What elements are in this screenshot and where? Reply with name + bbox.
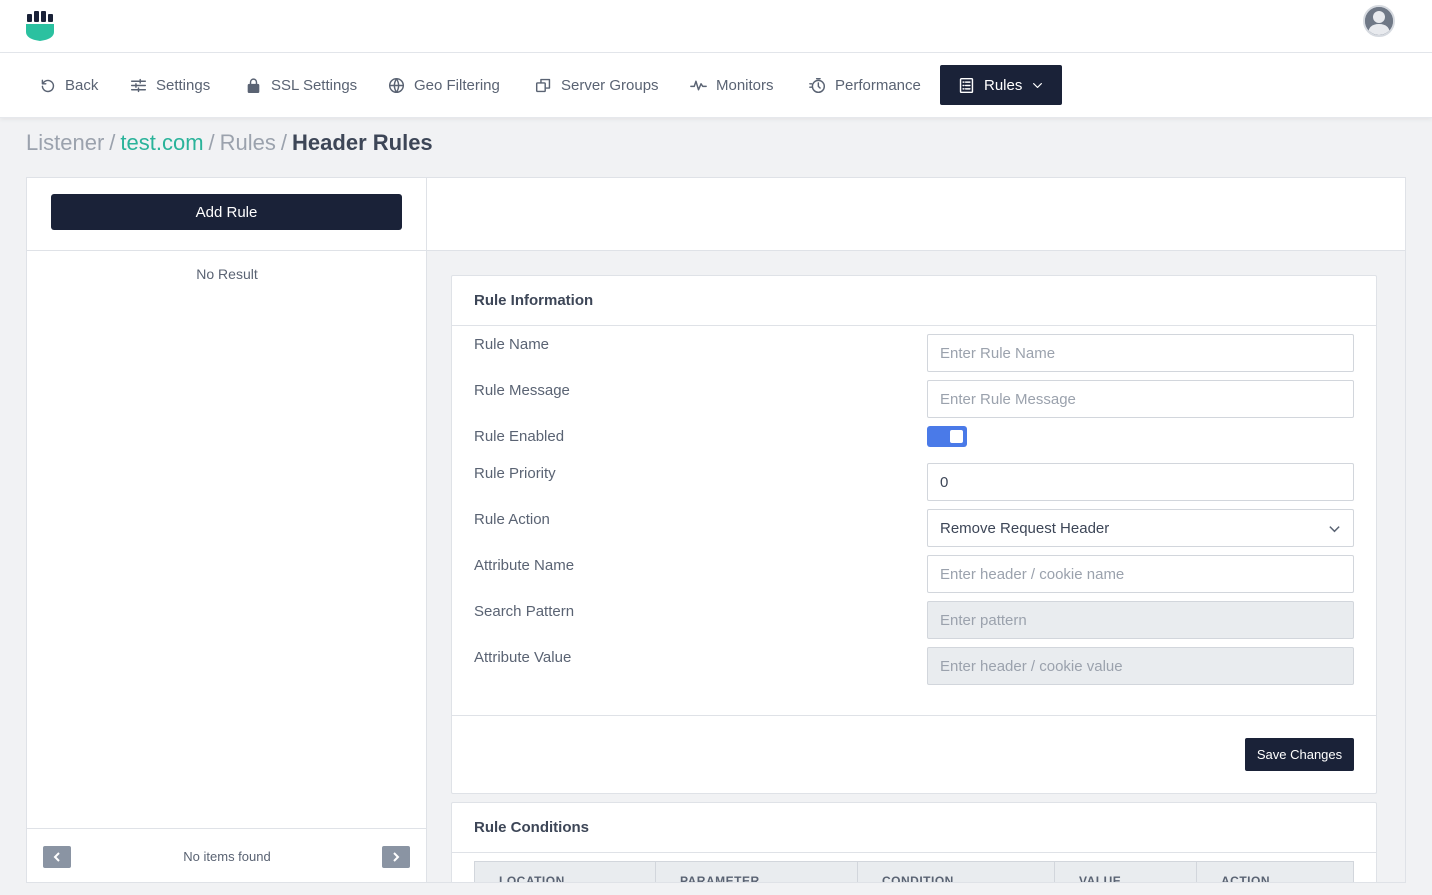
chevron-down-icon [1329, 525, 1340, 532]
attribute-value-input [927, 647, 1354, 685]
save-changes-button[interactable]: Save Changes [1245, 738, 1354, 771]
rule-conditions-panel: Rule Conditions LOCATION PARAMETER CONDI… [451, 802, 1377, 882]
pagination-status: No items found [183, 849, 271, 864]
attribute-value-label: Attribute Value [474, 649, 572, 666]
nav-geo-filtering[interactable]: Geo Filtering [378, 65, 510, 105]
nav-performance-label: Performance [835, 76, 921, 94]
attribute-name-input[interactable] [927, 555, 1354, 593]
rule-information-panel: Rule Information Rule Name Rule Message … [451, 275, 1377, 794]
nav-monitors-label: Monitors [716, 76, 774, 94]
search-pattern-label: Search Pattern [474, 603, 575, 620]
breadcrumb: Listener / test.com / Rules / Header Rules [26, 130, 433, 156]
rule-message-input[interactable] [927, 380, 1354, 418]
nav-geo-filtering-label: Geo Filtering [414, 76, 500, 94]
column-action[interactable]: ACTION [1197, 862, 1353, 882]
nav-server-groups-label: Server Groups [561, 76, 659, 94]
nav-back-label: Back [65, 76, 99, 94]
pulse-icon [690, 80, 707, 90]
lock-icon [247, 77, 260, 93]
globe-icon [388, 77, 405, 93]
rule-conditions-title: Rule Conditions [474, 819, 589, 836]
empty-state-text: No Result [196, 266, 258, 282]
app-logo-icon[interactable] [25, 10, 55, 42]
nav-settings-label: Settings [156, 76, 211, 94]
page-title: Header Rules [292, 130, 433, 155]
nav-rules[interactable]: Rules [940, 65, 1063, 105]
nav-server-groups[interactable]: Server Groups [525, 65, 669, 105]
rule-action-select[interactable]: Remove Request Header [927, 509, 1354, 547]
rule-detail-header [427, 178, 1405, 251]
column-condition[interactable]: CONDITION [858, 862, 1055, 882]
rule-name-label: Rule Name [474, 336, 550, 353]
user-avatar[interactable] [1363, 5, 1395, 37]
add-rule-button[interactable]: Add Rule [51, 194, 402, 230]
rule-priority-input[interactable] [927, 463, 1354, 501]
rule-detail-body: Rule Information Rule Name Rule Message … [427, 251, 1405, 882]
sliders-icon [130, 78, 147, 92]
next-page-button[interactable] [382, 846, 410, 868]
breadcrumb-test-com[interactable]: test.com [120, 130, 203, 155]
nav-rules-label: Rules [984, 76, 1023, 94]
undo-icon [41, 79, 55, 92]
chevron-right-icon [393, 852, 400, 862]
chevron-down-icon [1033, 82, 1043, 88]
top-bar [0, 0, 1432, 53]
divider [452, 715, 1376, 716]
rule-enabled-label: Rule Enabled [474, 428, 565, 445]
nav-performance[interactable]: Performance [799, 65, 931, 105]
column-location[interactable]: LOCATION [475, 862, 656, 882]
nav-back[interactable]: Back [29, 65, 108, 105]
rule-enabled-toggle[interactable] [927, 426, 967, 447]
divider [452, 852, 1376, 853]
nav-ssl-settings[interactable]: SSL Settings [235, 65, 367, 105]
rule-action-value: Remove Request Header [940, 519, 1110, 537]
copy-icon [535, 78, 551, 92]
breadcrumb-separator: / [208, 130, 215, 155]
conditions-table-header: LOCATION PARAMETER CONDITION VALUE ACTIO… [474, 861, 1354, 882]
nav-monitors[interactable]: Monitors [680, 65, 784, 105]
breadcrumb-listener[interactable]: Listener [26, 130, 104, 155]
attribute-name-label: Attribute Name [474, 557, 575, 574]
breadcrumb-rules[interactable]: Rules [220, 130, 276, 155]
search-pattern-input [927, 601, 1354, 639]
breadcrumb-separator: / [280, 130, 288, 155]
rule-information-title: Rule Information [474, 292, 594, 309]
list-icon [959, 77, 974, 93]
breadcrumb-separator: / [109, 130, 116, 155]
nav-ssl-settings-label: SSL Settings [271, 76, 358, 94]
rules-list-pane: Add Rule No Result No items found [27, 178, 427, 882]
rules-card: Add Rule No Result No items found Rule I… [26, 177, 1406, 883]
column-value[interactable]: VALUE [1055, 862, 1197, 882]
toggle-knob [950, 430, 963, 443]
rule-action-label: Rule Action [474, 511, 550, 528]
pagination: No items found [27, 828, 427, 882]
rule-priority-label: Rule Priority [474, 465, 556, 482]
rule-message-label: Rule Message [474, 382, 570, 399]
column-parameter[interactable]: PARAMETER [656, 862, 858, 882]
rule-name-input[interactable] [927, 334, 1354, 372]
rules-list-header: Add Rule [27, 178, 427, 251]
listener-nav: Back Settings SSL Settings Geo Filtering… [0, 53, 1432, 118]
stopwatch-icon [809, 77, 826, 93]
nav-settings[interactable]: Settings [120, 65, 220, 105]
divider [452, 325, 1376, 326]
